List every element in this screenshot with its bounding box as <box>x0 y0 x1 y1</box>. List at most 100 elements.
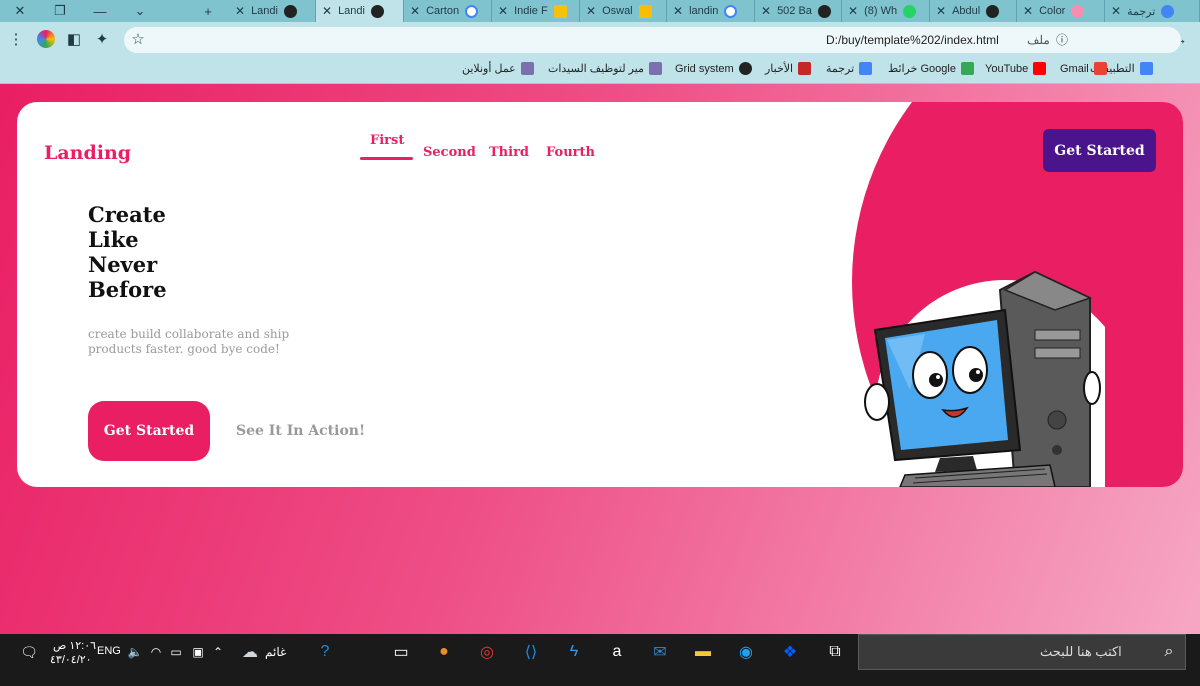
bookmark-translate[interactable]: ترجمة <box>826 62 873 75</box>
restore-icon: ❐ <box>54 3 66 18</box>
tab-color[interactable]: ✕ Color <box>1017 0 1105 22</box>
close-window-button[interactable]: ✕ <box>0 0 40 22</box>
close-tab-icon[interactable]: ✕ <box>498 4 508 18</box>
apps-grid-icon <box>1139 62 1153 75</box>
chevron-down-icon: ⌄ <box>134 3 146 18</box>
globe-icon <box>370 4 384 18</box>
v-icon <box>553 4 567 18</box>
hero-card: Landing First Second Third Fourth Get St… <box>17 102 1183 487</box>
terminal-icon[interactable]: ▭ <box>388 640 414 664</box>
tab-502[interactable]: ✕ 502 Ba <box>755 0 842 22</box>
translate-icon <box>859 62 873 75</box>
landing-page: Landing First Second Third Fourth Get St… <box>0 84 1200 634</box>
site-info-icon[interactable]: ⓘ <box>1052 29 1072 49</box>
tab-search-button[interactable]: ⌄ <box>120 0 160 22</box>
google-icon <box>465 4 479 18</box>
restore-window-button[interactable]: ❐ <box>40 0 80 22</box>
computer-illustration <box>864 270 1105 487</box>
nav-third[interactable]: Third <box>489 145 529 160</box>
palette-icon <box>1071 4 1085 18</box>
bookmark-maps[interactable]: خرائط Google <box>888 62 974 75</box>
nav-active-indicator <box>360 157 413 160</box>
nav-fourth[interactable]: Fourth <box>546 145 595 160</box>
chrome-icon[interactable]: ◎ <box>474 640 500 664</box>
plus-icon: + <box>204 3 212 19</box>
clock-time[interactable]: ١٢:٠٦ ص <box>53 639 96 652</box>
bookmark-women-jobs[interactable]: مير لتوظيف السيدات <box>548 62 662 75</box>
tab-indie[interactable]: ✕ Indie F <box>492 0 580 22</box>
tab-translate[interactable]: ✕ ترجمة <box>1105 0 1200 22</box>
side-panel-icon[interactable]: ◧ <box>64 29 84 49</box>
nav-first[interactable]: First <box>370 133 404 148</box>
get-started-button[interactable]: Get Started <box>88 401 210 461</box>
close-tab-icon[interactable]: ✕ <box>936 4 946 18</box>
gmail-icon <box>1093 62 1107 75</box>
tab-oswald[interactable]: ✕ Oswal <box>580 0 667 22</box>
clock-date[interactable]: ٤٣/٠٤/٢٠ <box>50 653 92 666</box>
tab-landing-active[interactable]: ✕ Landi <box>316 0 404 22</box>
bookmark-news[interactable]: الأخبار <box>765 62 812 75</box>
search-icon: ⌕ <box>1164 643 1174 660</box>
minimize-window-button[interactable]: — <box>80 0 120 22</box>
close-tab-icon[interactable]: ✕ <box>1111 4 1121 18</box>
globe-icon <box>738 62 752 75</box>
close-tab-icon[interactable]: ✕ <box>848 4 858 18</box>
edge-icon[interactable]: ◉ <box>733 640 759 664</box>
hero-headline: Create Like Never Before <box>88 202 167 302</box>
help-icon[interactable]: ? <box>312 640 338 664</box>
close-tab-icon[interactable]: ✕ <box>235 4 245 18</box>
task-view-icon[interactable]: ⧉ <box>822 640 848 664</box>
file-explorer-icon[interactable]: ▬ <box>690 640 716 664</box>
tab-whatsapp[interactable]: ✕ (8) Wh <box>842 0 930 22</box>
weather-text[interactable]: غائم <box>265 645 286 659</box>
nav-second[interactable]: Second <box>423 145 476 160</box>
cloud-icon: ☁ <box>242 644 258 661</box>
globe-icon <box>283 4 297 18</box>
get-started-top-button[interactable]: Get Started <box>1043 129 1156 172</box>
brave-icon[interactable]: ● <box>431 640 457 664</box>
azure-icon[interactable]: ϟ <box>561 640 587 664</box>
bookmark-grid-system[interactable]: Grid system <box>675 62 752 75</box>
notifications-icon[interactable]: 🗨 <box>16 640 42 664</box>
tab-carton[interactable]: ✕ Carton <box>404 0 492 22</box>
close-tab-icon[interactable]: ✕ <box>673 4 683 18</box>
close-tab-icon[interactable]: ✕ <box>410 4 420 18</box>
google-icon <box>724 4 738 18</box>
whatsapp-icon <box>903 4 917 18</box>
tab-abdul[interactable]: ✕ Abdul <box>930 0 1017 22</box>
language-indicator[interactable]: ENG <box>97 645 121 657</box>
url-text[interactable]: D:/buy/template%202/index.html <box>826 33 999 47</box>
mail-icon[interactable]: ✉ <box>647 640 673 664</box>
amazon-icon[interactable]: a <box>604 640 630 664</box>
address-bar[interactable] <box>124 27 1181 53</box>
browser-menu-icon[interactable]: ⋮ <box>6 29 26 49</box>
vscode-icon[interactable]: ⟨⟩ <box>518 640 544 664</box>
close-tab-icon[interactable]: ✕ <box>1023 4 1033 18</box>
bookmark-online-work[interactable]: عمل أونلاين <box>462 62 534 75</box>
see-it-in-action-link[interactable]: See It In Action! <box>236 423 365 439</box>
close-tab-icon[interactable]: ✕ <box>761 4 771 18</box>
bookmark-youtube[interactable]: YouTube <box>985 62 1047 75</box>
close-tab-icon[interactable]: ✕ <box>586 4 596 18</box>
bookmark-star-icon[interactable]: ☆ <box>128 29 148 49</box>
bookmark-site-icon <box>520 62 534 75</box>
bookmark-site-icon <box>648 62 662 75</box>
tab-landing-google[interactable]: ✕ landin <box>667 0 755 22</box>
dropbox-icon[interactable]: ❖ <box>777 640 803 664</box>
google-fonts-icon <box>638 4 652 18</box>
tab-landing[interactable]: ✕ Landi <box>229 0 316 22</box>
site-logo[interactable]: Landing <box>44 142 131 164</box>
bookmark-gmail[interactable]: Gmail <box>1060 62 1107 75</box>
huawei-icon <box>798 62 812 75</box>
taskbar-search-placeholder: اكتب هنا للبحث <box>1040 644 1122 659</box>
extensions-icon[interactable]: ✦ <box>92 29 112 49</box>
profile-avatar[interactable] <box>36 29 56 49</box>
taskbar-search-box[interactable] <box>858 634 1186 670</box>
volume-icon[interactable]: 🔈 <box>122 640 148 664</box>
google-translate-icon <box>1161 4 1175 18</box>
close-tab-icon[interactable]: ✕ <box>322 4 332 18</box>
github-icon <box>986 4 1000 18</box>
url-scheme-label: ملف <box>1027 33 1050 47</box>
new-tab-button[interactable]: + <box>188 0 228 22</box>
globe-icon <box>817 4 831 18</box>
